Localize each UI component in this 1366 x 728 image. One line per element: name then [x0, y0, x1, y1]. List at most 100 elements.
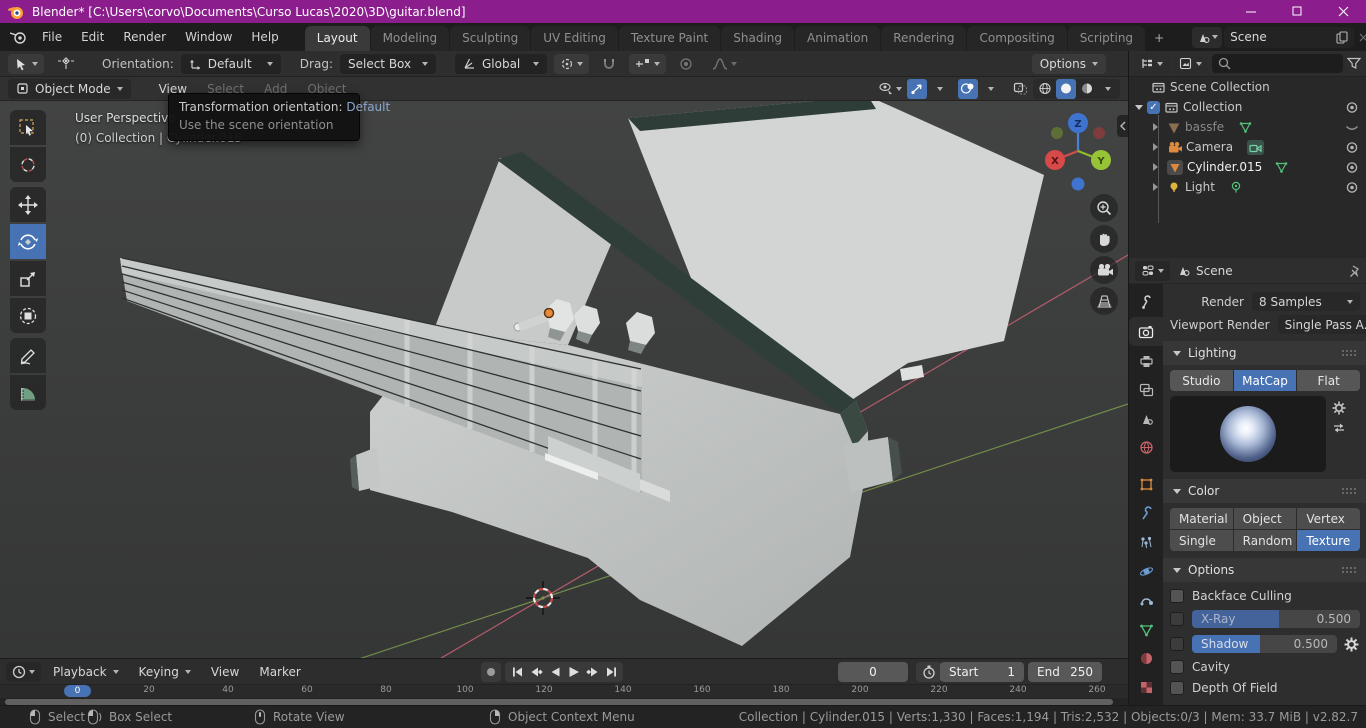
- lighting-matcap-button[interactable]: MatCap: [1233, 370, 1298, 391]
- matcap-settings-gear-icon[interactable]: [1331, 400, 1347, 416]
- depth-of-field-checkbox[interactable]: [1170, 681, 1184, 695]
- timeline-editor-type-dropdown[interactable]: [6, 661, 41, 682]
- lighting-flat-button[interactable]: Flat: [1297, 370, 1360, 391]
- toggle-perspective-button[interactable]: [1090, 287, 1118, 315]
- outliner-search-input[interactable]: [1235, 57, 1305, 70]
- xray-checkbox[interactable]: [1170, 612, 1184, 626]
- auto-keying-button[interactable]: [481, 662, 501, 682]
- frame-end-field[interactable]: End 250: [1028, 662, 1102, 682]
- tab-scene[interactable]: [1129, 404, 1163, 433]
- color-vertex-button[interactable]: Vertex: [1297, 508, 1360, 529]
- add-workspace-button[interactable]: +: [1146, 26, 1172, 51]
- 3d-viewport[interactable]: User Perspective (0) Collection | Cylind…: [0, 101, 1128, 658]
- shadow-settings-gear-icon[interactable]: [1343, 636, 1360, 653]
- shading-dropdown[interactable]: [1098, 79, 1118, 99]
- zoom-view-button[interactable]: [1090, 194, 1118, 222]
- maximize-button[interactable]: [1274, 0, 1320, 23]
- drag-dots-icon[interactable]: [1341, 566, 1357, 574]
- tab-sculpting[interactable]: Sculpting: [450, 26, 531, 51]
- gizmos-toggle[interactable]: [907, 78, 927, 99]
- drag-dots-icon[interactable]: [1341, 487, 1357, 495]
- color-texture-button[interactable]: Texture: [1297, 530, 1360, 551]
- new-scene-icon[interactable]: [1336, 30, 1348, 44]
- current-frame-field[interactable]: 0: [838, 662, 908, 682]
- snap-target-dropdown[interactable]: [628, 53, 666, 74]
- keying-dropdown[interactable]: Keying: [131, 662, 199, 682]
- next-keyframe-button[interactable]: [583, 663, 602, 681]
- tab-scripting[interactable]: Scripting: [1067, 26, 1146, 51]
- tab-uv-editing[interactable]: UV Editing: [531, 26, 618, 51]
- unlink-scene-icon[interactable]: [1356, 33, 1366, 42]
- tab-texture[interactable]: [1129, 673, 1163, 702]
- tab-layout[interactable]: Layout: [304, 26, 370, 51]
- color-panel-header[interactable]: Color: [1163, 479, 1366, 503]
- timeline-marker-menu[interactable]: Marker: [251, 663, 308, 681]
- tab-modifiers[interactable]: [1129, 499, 1163, 528]
- render-samples-dropdown[interactable]: 8 Samples: [1252, 292, 1360, 311]
- falloff-dropdown[interactable]: [706, 54, 743, 74]
- color-object-button[interactable]: Object: [1233, 508, 1297, 529]
- tab-physics[interactable]: [1129, 557, 1163, 586]
- scene-datablock-icon[interactable]: [1192, 26, 1223, 48]
- eye-open-icon[interactable]: [1344, 181, 1360, 194]
- eye-open-icon[interactable]: [1344, 141, 1360, 154]
- transform-tool[interactable]: [10, 298, 46, 333]
- minimize-button[interactable]: [1228, 0, 1274, 23]
- wireframe-shading-button[interactable]: [1035, 79, 1055, 99]
- blender-menu-icon[interactable]: [10, 30, 28, 44]
- drag-dropdown[interactable]: Select Box: [339, 53, 436, 74]
- outliner-search-box[interactable]: [1212, 54, 1343, 73]
- play-reverse-button[interactable]: [545, 663, 564, 681]
- collection-checkbox[interactable]: ✓: [1147, 100, 1160, 114]
- matcap-flip-icon[interactable]: [1331, 422, 1347, 434]
- color-material-button[interactable]: Material: [1170, 508, 1233, 529]
- mode-dropdown[interactable]: Object Mode: [8, 78, 131, 99]
- outliner-display-mode-dropdown[interactable]: [1173, 53, 1208, 74]
- scene-name-field[interactable]: Scene: [1224, 26, 1355, 48]
- menu-render[interactable]: Render: [114, 27, 175, 47]
- sidebar-collapse-arrow[interactable]: [1117, 115, 1128, 137]
- outliner-row-light[interactable]: Light: [1129, 177, 1366, 197]
- tab-animation[interactable]: Animation: [795, 26, 881, 51]
- matcap-preview[interactable]: [1170, 396, 1326, 472]
- orientation-dropdown[interactable]: Default: [180, 53, 281, 74]
- menu-window[interactable]: Window: [176, 27, 241, 47]
- select-box-tool[interactable]: [10, 110, 46, 145]
- active-tool-dropdown[interactable]: [8, 53, 44, 74]
- cursor-tool[interactable]: [10, 147, 46, 182]
- overlays-dropdown[interactable]: [981, 79, 1001, 99]
- annotate-tool[interactable]: [10, 338, 46, 373]
- outliner-row-bassfe[interactable]: bassfe: [1129, 117, 1366, 137]
- overlays-toggle[interactable]: [958, 78, 978, 99]
- playback-dropdown[interactable]: Playback: [45, 662, 127, 682]
- tab-modeling[interactable]: Modeling: [370, 26, 450, 51]
- eye-closed-icon[interactable]: [1344, 121, 1360, 134]
- solid-shading-button[interactable]: [1056, 78, 1076, 99]
- properties-editor-type-dropdown[interactable]: [1135, 260, 1170, 281]
- eye-open-icon[interactable]: [1344, 101, 1360, 114]
- frame-start-field[interactable]: Start 1: [940, 662, 1024, 682]
- tab-output[interactable]: [1129, 346, 1163, 375]
- object-visibility-dropdown[interactable]: [876, 79, 904, 99]
- camera-view-button[interactable]: [1090, 256, 1118, 284]
- outliner-row-cylinder-015[interactable]: Cylinder.015: [1129, 157, 1366, 177]
- menu-edit[interactable]: Edit: [72, 27, 113, 47]
- tab-world[interactable]: [1129, 433, 1163, 462]
- options-panel-header[interactable]: Options: [1163, 558, 1366, 582]
- tab-rendering[interactable]: Rendering: [881, 26, 967, 51]
- drag-dots-icon[interactable]: [1341, 349, 1357, 357]
- tab-object-data[interactable]: [1129, 615, 1163, 644]
- tab-texture-paint[interactable]: Texture Paint: [618, 26, 721, 51]
- previous-keyframe-button[interactable]: [526, 663, 545, 681]
- move-tool[interactable]: [10, 187, 46, 222]
- tab-object[interactable]: [1129, 470, 1163, 499]
- proportional-editing-icon[interactable]: [673, 54, 699, 74]
- eye-open-icon[interactable]: [1344, 161, 1360, 174]
- color-single-button[interactable]: Single: [1170, 530, 1233, 551]
- play-button[interactable]: [564, 663, 583, 681]
- jump-to-end-button[interactable]: [602, 663, 621, 681]
- tab-constraints[interactable]: [1129, 586, 1163, 615]
- timeline-view-menu[interactable]: View: [203, 663, 247, 681]
- snap-magnet-icon[interactable]: [596, 54, 622, 74]
- transform-space-dropdown[interactable]: Global: [454, 53, 547, 74]
